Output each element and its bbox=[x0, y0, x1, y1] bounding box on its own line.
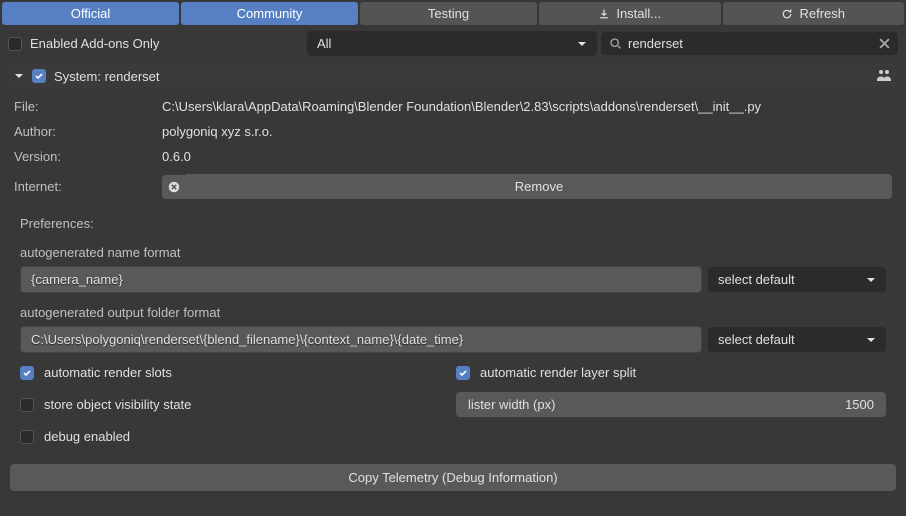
folder-format-label: autogenerated output folder format bbox=[20, 305, 886, 320]
refresh-label: Refresh bbox=[799, 6, 845, 21]
refresh-icon bbox=[781, 8, 793, 20]
source-tabbar: Official Community Testing Install... Re… bbox=[0, 0, 906, 27]
category-value: All bbox=[317, 36, 331, 51]
addon-title: System: renderset bbox=[54, 69, 868, 84]
folder-format-default-select[interactable]: select default bbox=[708, 327, 886, 352]
store-visibility-checkbox[interactable] bbox=[20, 398, 34, 412]
disclosure-down-icon bbox=[14, 71, 24, 81]
info-value: 0.6.0 bbox=[162, 149, 892, 164]
preferences-heading: Preferences: bbox=[20, 216, 886, 231]
internet-link-button[interactable] bbox=[162, 175, 186, 199]
category-select[interactable]: All bbox=[307, 31, 597, 56]
info-label: Version: bbox=[14, 149, 154, 164]
auto-slots-label: automatic render slots bbox=[44, 365, 172, 380]
search-icon bbox=[609, 37, 622, 50]
info-value: polygoniq xyz s.r.o. bbox=[162, 124, 892, 139]
lister-width-field[interactable]: lister width (px) 1500 bbox=[456, 392, 886, 417]
remove-button[interactable]: Remove bbox=[186, 174, 892, 199]
lister-width-label: lister width (px) bbox=[468, 397, 555, 412]
info-row-version: Version: 0.6.0 bbox=[8, 144, 898, 169]
name-format-label: autogenerated name format bbox=[20, 245, 886, 260]
clear-search-icon[interactable] bbox=[879, 38, 890, 49]
addon-panel: System: renderset File: C:\Users\klara\A… bbox=[8, 62, 898, 491]
debug-label: debug enabled bbox=[44, 429, 130, 444]
chevron-down-icon bbox=[866, 335, 876, 345]
name-format-input[interactable] bbox=[20, 266, 702, 293]
search-field[interactable] bbox=[601, 32, 898, 55]
filter-bar: Enabled Add-ons Only All bbox=[0, 27, 906, 60]
enabled-only-label: Enabled Add-ons Only bbox=[30, 36, 159, 51]
tab-community[interactable]: Community bbox=[181, 2, 358, 25]
community-icon bbox=[876, 68, 892, 84]
addon-preferences: Preferences: autogenerated name format s… bbox=[8, 208, 898, 464]
select-default-label: select default bbox=[718, 272, 795, 287]
tab-testing[interactable]: Testing bbox=[360, 2, 537, 25]
info-row-author: Author: polygoniq xyz s.r.o. bbox=[8, 119, 898, 144]
info-row-internet: Internet: Remove bbox=[8, 169, 898, 204]
install-label: Install... bbox=[616, 6, 661, 21]
addon-header[interactable]: System: renderset bbox=[8, 62, 898, 90]
auto-slots-checkbox[interactable] bbox=[20, 366, 34, 380]
copy-telemetry-button[interactable]: Copy Telemetry (Debug Information) bbox=[10, 464, 896, 491]
info-label: Internet: bbox=[14, 179, 154, 194]
chevron-down-icon bbox=[866, 275, 876, 285]
chevron-down-icon bbox=[577, 39, 587, 49]
auto-layer-checkbox[interactable] bbox=[456, 366, 470, 380]
info-row-file: File: C:\Users\klara\AppData\Roaming\Ble… bbox=[8, 94, 898, 119]
install-button[interactable]: Install... bbox=[539, 2, 721, 25]
refresh-button[interactable]: Refresh bbox=[723, 2, 905, 25]
select-default-label: select default bbox=[718, 332, 795, 347]
lister-width-value: 1500 bbox=[845, 397, 874, 412]
enabled-only-checkbox[interactable] bbox=[8, 37, 22, 51]
debug-checkbox[interactable] bbox=[20, 430, 34, 444]
tab-official[interactable]: Official bbox=[2, 2, 179, 25]
folder-format-input[interactable] bbox=[20, 326, 702, 353]
name-format-default-select[interactable]: select default bbox=[708, 267, 886, 292]
store-visibility-label: store object visibility state bbox=[44, 397, 191, 412]
addon-enable-checkbox[interactable] bbox=[32, 69, 46, 83]
auto-layer-label: automatic render layer split bbox=[480, 365, 636, 380]
search-input[interactable] bbox=[628, 36, 873, 51]
cancel-circle-icon bbox=[167, 180, 181, 194]
download-icon bbox=[598, 8, 610, 20]
info-label: File: bbox=[14, 99, 154, 114]
addon-info: File: C:\Users\klara\AppData\Roaming\Ble… bbox=[8, 90, 898, 208]
info-label: Author: bbox=[14, 124, 154, 139]
info-value: C:\Users\klara\AppData\Roaming\Blender F… bbox=[162, 99, 892, 114]
